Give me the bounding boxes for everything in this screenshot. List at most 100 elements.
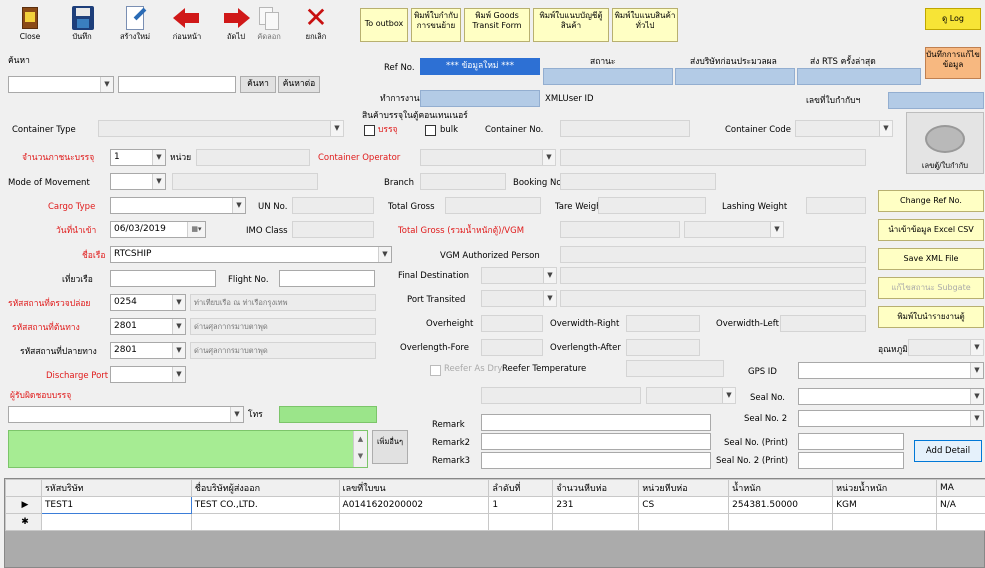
table-cell[interactable]: 1 bbox=[488, 496, 554, 514]
table-cell[interactable]: 254381.50000 bbox=[728, 496, 834, 514]
seal2-print-input[interactable] bbox=[798, 452, 904, 469]
overwidth-right-field[interactable] bbox=[626, 315, 700, 332]
print-goods-transit-button[interactable]: พิมพ์ Goods Transit Form bbox=[464, 8, 530, 42]
chevron-down-icon[interactable]: ▼ bbox=[232, 198, 245, 213]
column-header[interactable]: รหัสบริษัท bbox=[40, 479, 192, 497]
seal2-select[interactable]: ▼ bbox=[798, 410, 984, 427]
chevron-down-icon[interactable]: ▼ bbox=[152, 174, 165, 189]
tare-field[interactable] bbox=[598, 197, 706, 214]
remark2-input[interactable] bbox=[481, 433, 711, 450]
record-edit-button[interactable]: บันทึกการแก้ไขข้อมูล bbox=[925, 47, 981, 79]
chevron-down-icon[interactable]: ▼ bbox=[543, 268, 556, 283]
consignee-address[interactable]: ▲ ▼ bbox=[8, 430, 368, 468]
chevron-down-icon[interactable]: ▼ bbox=[172, 319, 185, 334]
discharge-port-combo[interactable]: ▼ bbox=[110, 366, 186, 383]
to-outbox-button[interactable]: To outbox bbox=[360, 8, 408, 42]
table-cell[interactable]: A0141620200002 bbox=[338, 496, 490, 514]
chevron-down-icon[interactable]: ▼ bbox=[970, 340, 983, 355]
container-no-field[interactable] bbox=[560, 120, 690, 137]
column-header[interactable]: น้ำหนัก bbox=[728, 479, 834, 497]
search-button[interactable]: ค้นหา bbox=[240, 76, 276, 93]
imo-class-field[interactable] bbox=[292, 221, 374, 238]
log-button[interactable]: ดู Log bbox=[925, 8, 981, 30]
final-dest-select[interactable]: ▼ bbox=[481, 267, 557, 284]
dest-code-combo[interactable]: 2801 ▼ bbox=[110, 342, 186, 359]
un-no-field[interactable] bbox=[292, 197, 374, 214]
origin-code-combo[interactable]: 2801 ▼ bbox=[110, 318, 186, 335]
table-cell[interactable]: KGM bbox=[832, 496, 937, 514]
seal-select[interactable]: ▼ bbox=[798, 388, 984, 405]
table-cell[interactable]: TEST CO.,LTD. bbox=[190, 496, 340, 514]
column-header[interactable]: MA bbox=[935, 479, 985, 497]
search-combo[interactable]: ▼ bbox=[8, 76, 114, 93]
new-row[interactable]: ✱ bbox=[5, 513, 985, 531]
column-header[interactable]: หน่วยหีบห่อ bbox=[638, 479, 730, 497]
booking-field[interactable] bbox=[560, 173, 716, 190]
temp-unit-select[interactable]: ▼ bbox=[646, 387, 736, 404]
chevron-down-icon[interactable]: ▼ bbox=[100, 77, 113, 92]
mode-combo[interactable]: ▼ bbox=[110, 173, 166, 190]
search-next-button[interactable]: ค้นหาต่อ bbox=[278, 76, 320, 93]
container-code-select[interactable]: ▼ bbox=[795, 120, 893, 137]
tel-input[interactable] bbox=[279, 406, 377, 423]
column-header[interactable]: จำนวนหีบห่อ bbox=[552, 479, 640, 497]
overheight-field[interactable] bbox=[481, 315, 543, 332]
print-transfer-button[interactable]: พิมพ์ใบกำกับการขนย้าย bbox=[411, 8, 461, 42]
table-cell[interactable]: N/A bbox=[935, 496, 985, 514]
chevron-down-icon[interactable]: ▼ bbox=[330, 121, 343, 136]
print-container-list-button[interactable]: พิมพ์ใบแนบบัญชีตู้สินค้า bbox=[533, 8, 609, 42]
close-button[interactable]: Close bbox=[6, 2, 54, 46]
cancel-button[interactable]: ✕ ยกเลิก bbox=[292, 2, 340, 46]
branch-field[interactable] bbox=[420, 173, 506, 190]
bulk-checkbox[interactable] bbox=[425, 125, 436, 136]
new-button[interactable]: สร้างใหม่ bbox=[111, 2, 159, 46]
table-cell[interactable]: 231 bbox=[552, 496, 640, 514]
import-date-picker[interactable]: 06/03/2019 ▦▾ bbox=[110, 221, 206, 238]
table-cell[interactable]: CS bbox=[638, 496, 730, 514]
scrollbar[interactable]: ▲ ▼ bbox=[353, 431, 367, 467]
add-detail-button[interactable]: Add Detail bbox=[914, 440, 982, 462]
calendar-icon[interactable]: ▦▾ bbox=[187, 222, 205, 237]
copy-button[interactable]: คัดลอก bbox=[245, 2, 293, 46]
carrier-combo[interactable]: RTCSHIP ▼ bbox=[110, 246, 392, 263]
chevron-down-icon[interactable]: ▼ bbox=[543, 291, 556, 306]
vgm-field[interactable] bbox=[560, 221, 680, 238]
remark3-input[interactable] bbox=[481, 452, 711, 469]
lashing-field[interactable] bbox=[806, 197, 866, 214]
total-gross-field[interactable] bbox=[445, 197, 541, 214]
operator-select[interactable]: ▼ bbox=[420, 149, 556, 166]
column-header[interactable]: หน่วยน้ำหนัก bbox=[832, 479, 937, 497]
reefer-temp-field[interactable] bbox=[626, 360, 724, 377]
chevron-down-icon[interactable]: ▼ bbox=[770, 222, 783, 237]
print-container-button[interactable]: พิมพ์ใบนำรายงานตู้ bbox=[878, 306, 984, 328]
table-cell[interactable]: TEST1 bbox=[40, 496, 192, 514]
reefer-dry-checkbox[interactable] bbox=[430, 365, 441, 376]
seal-print-input[interactable] bbox=[798, 433, 904, 450]
chevron-down-icon[interactable]: ▼ bbox=[879, 121, 892, 136]
voyage-input[interactable] bbox=[110, 270, 216, 287]
temp-field[interactable] bbox=[481, 387, 641, 404]
remark-input[interactable] bbox=[481, 414, 711, 431]
import-excel-button[interactable]: นำเข้าข้อมูล Excel CSV bbox=[878, 219, 984, 241]
print-reserve-button[interactable]: พิมพ์ใบแนบสินค้าทั่วไป bbox=[612, 8, 678, 42]
overlength-fore-field[interactable] bbox=[481, 339, 543, 356]
pack-checkbox[interactable] bbox=[364, 125, 375, 136]
overlength-after-field[interactable] bbox=[626, 339, 700, 356]
overwidth-left-field[interactable] bbox=[780, 315, 866, 332]
change-ref-button[interactable]: Change Ref No. bbox=[878, 190, 984, 212]
chevron-down-icon[interactable]: ▼ bbox=[152, 150, 165, 165]
chevron-down-icon[interactable]: ▼ bbox=[970, 411, 983, 426]
chevron-down-icon[interactable]: ▼ bbox=[172, 295, 185, 310]
temp-type-select[interactable]: ▼ bbox=[908, 339, 984, 356]
container-type-select[interactable]: ▼ bbox=[98, 120, 344, 137]
vgm-person-field[interactable] bbox=[560, 246, 866, 263]
column-header[interactable]: ลำดับที่ bbox=[488, 479, 554, 497]
chevron-down-icon[interactable]: ▼ bbox=[172, 367, 185, 382]
column-header[interactable]: ชื่อบริษัทผู้ส่งออก bbox=[190, 479, 340, 497]
chevron-down-icon[interactable]: ▼ bbox=[378, 247, 391, 262]
release-code-combo[interactable]: 0254 ▼ bbox=[110, 294, 186, 311]
save-button[interactable]: บันทึก bbox=[58, 2, 106, 46]
previous-button[interactable]: ก่อนหน้า bbox=[163, 2, 211, 46]
row-selector[interactable]: ▶ bbox=[5, 496, 42, 514]
chevron-down-icon[interactable]: ▼ bbox=[542, 150, 555, 165]
